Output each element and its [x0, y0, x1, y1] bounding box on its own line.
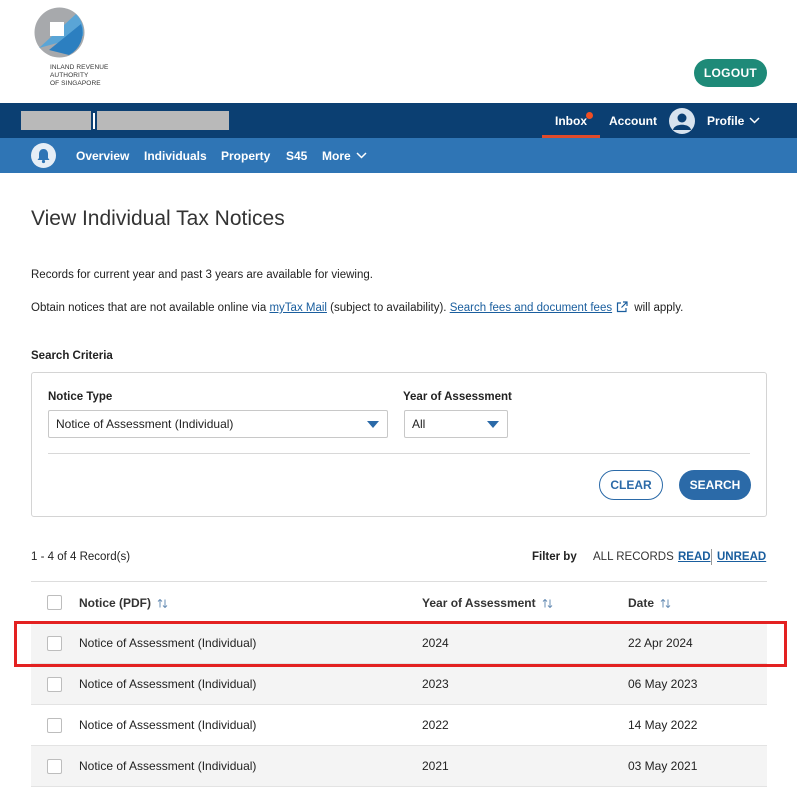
- nav-account[interactable]: Account: [609, 103, 657, 138]
- page-title: View Individual Tax Notices: [31, 207, 285, 230]
- nav-profile[interactable]: Profile: [707, 103, 744, 138]
- search-criteria-label: Search Criteria: [31, 350, 113, 362]
- row-highlight-annotation: [14, 621, 787, 667]
- notification-dot-icon: [586, 112, 593, 119]
- logo-text: INLAND REVENUE AUTHORITY OF SINGAPORE: [50, 64, 109, 87]
- nav-property[interactable]: Property: [221, 138, 270, 173]
- info-text-part: will apply.: [631, 302, 684, 314]
- sort-icon[interactable]: [660, 599, 671, 608]
- notices-table: Notice (PDF) Year of Assessment Date Not…: [31, 581, 767, 787]
- notice-link[interactable]: Notice of Assessment (Individual): [79, 746, 256, 787]
- table-row[interactable]: Notice of Assessment (Individual) 2022 1…: [31, 705, 767, 746]
- top-header: INLAND REVENUE AUTHORITY OF SINGAPORE LO…: [0, 0, 797, 103]
- year-cell: 2021: [422, 759, 449, 773]
- year-of-assessment-value: All: [412, 417, 426, 431]
- date-cell: 03 May 2021: [628, 759, 698, 773]
- year-of-assessment-label: Year of Assessment: [403, 391, 512, 403]
- search-criteria-panel: Notice Type Notice of Assessment (Indivi…: [31, 372, 767, 517]
- user-avatar-icon[interactable]: [669, 108, 695, 134]
- nav-overview[interactable]: Overview: [76, 138, 129, 173]
- bell-icon[interactable]: [31, 143, 56, 168]
- chevron-down-icon[interactable]: [749, 117, 760, 124]
- info-text-part: Obtain notices that are not available on…: [31, 302, 270, 314]
- date-cell: 14 May 2022: [628, 718, 698, 732]
- column-header-label: Year of Assessment: [422, 596, 536, 610]
- column-header-notice[interactable]: Notice (PDF): [79, 582, 168, 624]
- row-checkbox[interactable]: [47, 718, 62, 733]
- logout-button[interactable]: LOGOUT: [694, 59, 767, 87]
- date-cell: 06 May 2023: [628, 677, 698, 691]
- criteria-divider: [48, 453, 750, 454]
- table-row[interactable]: Notice of Assessment (Individual) 2023 0…: [31, 664, 767, 705]
- select-all-checkbox[interactable]: [47, 595, 62, 610]
- year-cell: 2023: [422, 677, 449, 691]
- notice-type-label: Notice Type: [48, 391, 113, 403]
- column-header-year[interactable]: Year of Assessment: [422, 582, 553, 624]
- notice-link[interactable]: Notice of Assessment (Individual): [79, 664, 256, 705]
- table-header: Notice (PDF) Year of Assessment Date: [31, 581, 767, 623]
- sub-navbar: Overview Individuals Property S45 More: [0, 138, 797, 173]
- sort-icon[interactable]: [157, 599, 168, 608]
- filter-separator: [711, 549, 712, 565]
- info-text-part: (subject to availability).: [326, 302, 450, 314]
- redacted-separator: [93, 113, 95, 129]
- info-text-records: Records for current year and past 3 year…: [31, 269, 373, 281]
- filter-all-records[interactable]: ALL RECORDS: [593, 551, 674, 563]
- iras-logo-icon: [34, 7, 85, 58]
- chevron-down-icon[interactable]: [356, 152, 367, 159]
- redacted-name-block: [21, 111, 91, 130]
- filter-unread-link[interactable]: UNREAD: [717, 551, 766, 563]
- main-navbar: Inbox Account Profile: [0, 103, 797, 138]
- column-header-label: Date: [628, 596, 655, 610]
- clear-button[interactable]: CLEAR: [599, 470, 663, 500]
- row-checkbox[interactable]: [47, 677, 62, 692]
- nav-more[interactable]: More: [322, 138, 351, 173]
- dropdown-caret-icon: [487, 421, 499, 428]
- year-cell: 2022: [422, 718, 449, 732]
- year-of-assessment-select[interactable]: All: [404, 410, 508, 438]
- nav-s45[interactable]: S45: [286, 138, 307, 173]
- mytax-mail-link[interactable]: myTax Mail: [269, 302, 327, 314]
- search-fees-link[interactable]: Search fees and document fees: [450, 302, 612, 314]
- search-button[interactable]: SEARCH: [679, 470, 751, 500]
- notice-link[interactable]: Notice of Assessment (Individual): [79, 705, 256, 746]
- dropdown-caret-icon: [367, 421, 379, 428]
- notice-type-value: Notice of Assessment (Individual): [56, 417, 234, 431]
- info-text-obtain: Obtain notices that are not available on…: [31, 301, 683, 314]
- iras-logo[interactable]: INLAND REVENUE AUTHORITY OF SINGAPORE: [33, 6, 113, 90]
- notice-type-select[interactable]: Notice of Assessment (Individual): [48, 410, 388, 438]
- record-count: 1 - 4 of 4 Record(s): [31, 551, 131, 563]
- filter-read-link[interactable]: READ: [678, 551, 711, 563]
- column-header-label: Notice (PDF): [79, 596, 151, 610]
- external-link-icon[interactable]: [616, 301, 628, 313]
- column-header-date[interactable]: Date: [628, 582, 671, 624]
- nav-individuals[interactable]: Individuals: [144, 138, 207, 173]
- sort-icon[interactable]: [542, 599, 553, 608]
- redacted-id-block: [97, 111, 229, 130]
- nav-inbox[interactable]: Inbox: [542, 103, 600, 138]
- row-checkbox[interactable]: [47, 759, 62, 774]
- filter-by-label: Filter by: [532, 551, 577, 563]
- table-row[interactable]: Notice of Assessment (Individual) 2021 0…: [31, 746, 767, 787]
